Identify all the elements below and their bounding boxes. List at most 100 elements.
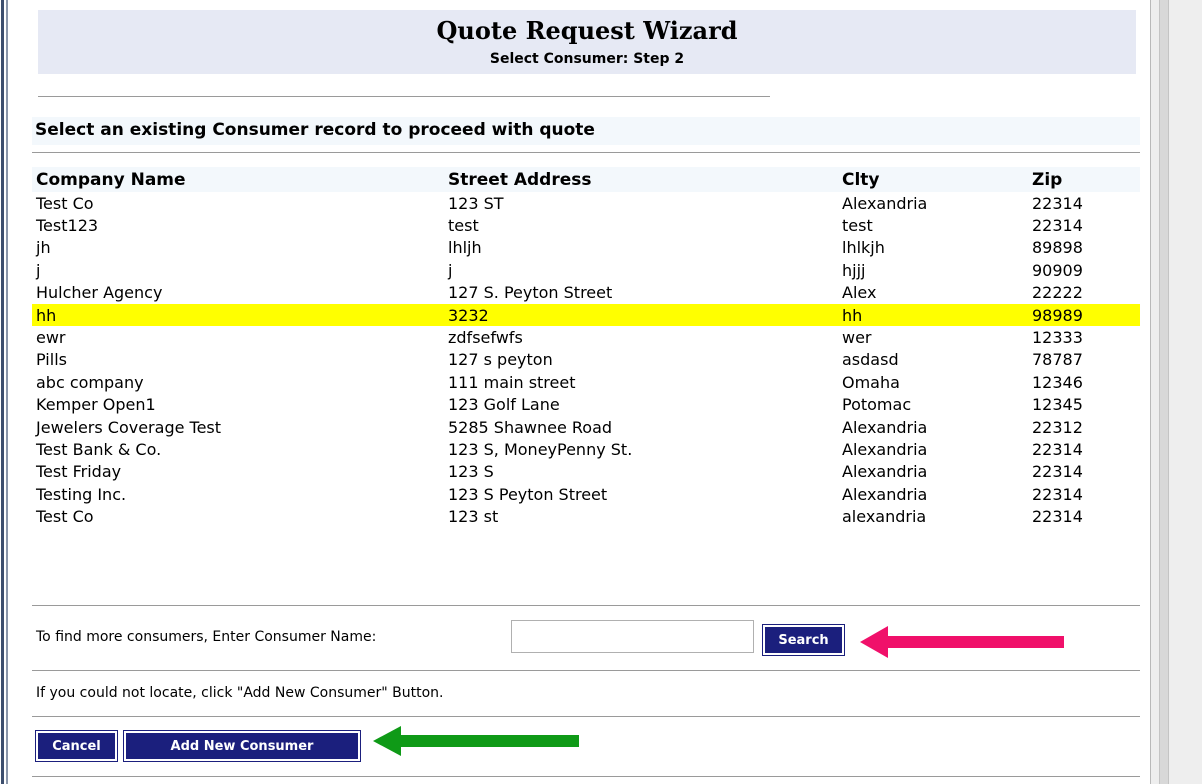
add-annotation-arrow [373, 726, 579, 756]
cell-company: Test Friday [36, 462, 122, 482]
cell-address: 123 st [448, 507, 499, 527]
cell-zip: 12345 [1032, 395, 1083, 415]
consumer-name-input[interactable] [511, 620, 754, 653]
cell-city: Alexandria [842, 484, 928, 504]
table-divider [32, 605, 1140, 606]
cell-zip: 22314 [1032, 462, 1083, 482]
table-row[interactable]: Hulcher Agency 127 S. Peyton Street Alex 22… [32, 282, 1140, 304]
cell-company: Test Co [36, 507, 94, 527]
cell-city: lhlkjh [842, 238, 885, 258]
arrow-shaft [399, 735, 579, 747]
cell-company: abc company [36, 372, 144, 392]
table-header-row: Company Name Street Address Clty Zip [32, 167, 1140, 192]
table-row[interactable]: Test Co 123 ST Alexandria 22314 [32, 192, 1140, 214]
table-row[interactable]: hh 3232 hh 98989 [32, 303, 1140, 327]
cell-address: 111 main street [448, 372, 576, 392]
cell-city: wer [842, 328, 872, 348]
column-header-company: Company Name [32, 167, 444, 192]
right-scroll-edge [1159, 0, 1169, 784]
table-row[interactable]: Test123 test test 22314 [32, 214, 1140, 236]
cell-city: alexandria [842, 507, 927, 527]
table-row[interactable]: Jewelers Coverage Test 5285 Shawnee Road A… [32, 416, 1140, 438]
wizard-subtitle: Select Consumer: Step 2 [489, 51, 685, 67]
cell-city: test [842, 216, 873, 236]
cell-city: asdasd [842, 350, 899, 370]
info-divider [32, 716, 1140, 717]
section-title: Select an existing Consumer record to pr… [32, 117, 1140, 145]
table-row[interactable]: Test Co 123 st alexandria 22314 [32, 505, 1140, 527]
cell-zip: 12333 [1032, 328, 1083, 348]
cell-zip: 22312 [1032, 417, 1083, 437]
column-header-address: Street Address [444, 167, 838, 192]
table-row[interactable]: abc company 111 main street Omaha 12346 [32, 371, 1140, 393]
cell-address: 127 s peyton [448, 350, 553, 370]
cell-company: Pills [36, 350, 67, 370]
cell-zip: 90909 [1032, 260, 1083, 280]
cell-zip: 12346 [1032, 372, 1083, 392]
cell-address: 127 S. Peyton Street [448, 283, 613, 303]
cell-company: Testing Inc. [36, 484, 127, 504]
cell-company: Kemper Open1 [36, 395, 156, 415]
table-row[interactable]: ewr zdfsefwfs wer 12333 [32, 326, 1140, 348]
cell-company: hh [32, 303, 444, 327]
add-new-consumer-button[interactable]: Add New Consumer [123, 730, 361, 762]
cell-zip: 78787 [1032, 350, 1083, 370]
cell-company: ewr [36, 328, 66, 348]
cell-city: hjjj [842, 260, 866, 280]
arrow-head [860, 626, 888, 658]
cell-company: jh [36, 238, 51, 258]
cell-zip: 22314 [1032, 507, 1083, 527]
cell-address: lhljh [448, 238, 482, 258]
cell-address: 123 S, MoneyPenny St. [448, 439, 633, 459]
table-row[interactable]: Testing Inc. 123 S Peyton Street Alexandri… [32, 483, 1140, 505]
cell-city: hh [838, 303, 1028, 327]
search-button[interactable]: Search [762, 624, 845, 656]
wizard-title: Quote Request Wizard [436, 16, 738, 45]
cell-zip: 22222 [1032, 283, 1083, 303]
cell-city: Alexandria [842, 417, 928, 437]
wizard-header: Quote Request Wizard Select Consumer: St… [38, 10, 1136, 74]
search-divider [32, 670, 1140, 671]
section-divider [32, 152, 1140, 153]
table-row[interactable]: Test Bank & Co. 123 S, MoneyPenny St. Alex… [32, 438, 1140, 460]
cell-address: 123 ST [448, 193, 504, 213]
cell-address: 3232 [444, 303, 838, 327]
cell-address: j [448, 260, 453, 280]
search-label: To find more consumers, Enter Consumer N… [36, 629, 377, 645]
cell-zip: 22314 [1032, 216, 1083, 236]
cell-address: 123 Golf Lane [448, 395, 560, 415]
cancel-button[interactable]: Cancel [35, 730, 118, 762]
cell-city: Alexandria [842, 439, 928, 459]
search-annotation-arrow [860, 626, 1064, 658]
cell-address: zdfsefwfs [448, 328, 523, 348]
cell-company: Test123 [36, 216, 99, 236]
bottom-divider [32, 776, 1140, 777]
cell-city: Omaha [842, 372, 900, 392]
arrow-head [373, 726, 401, 756]
consumer-table: Company Name Street Address Clty Zip Tes… [32, 167, 1140, 528]
table-row[interactable]: j j hjjj 90909 [32, 259, 1140, 281]
cell-zip: 22314 [1032, 439, 1083, 459]
cell-city: Alexandria [842, 462, 928, 482]
table-row[interactable]: Pills 127 s peyton asdasd 78787 [32, 349, 1140, 371]
table-row[interactable]: Kemper Open1 123 Golf Lane Potomac 12345 [32, 394, 1140, 416]
cell-city: Alexandria [842, 193, 928, 213]
column-header-city: Clty [838, 167, 1028, 192]
cell-company: Jewelers Coverage Test [36, 417, 222, 437]
cell-address: 5285 Shawnee Road [448, 417, 613, 437]
cell-city: Potomac [842, 395, 912, 415]
cell-zip: 22314 [1032, 484, 1083, 504]
window-right-frame [1150, 0, 1202, 784]
cell-zip: 98989 [1028, 303, 1140, 327]
cell-address: 123 S Peyton Street [448, 484, 608, 504]
cell-zip: 89898 [1032, 238, 1083, 258]
info-text: If you could not locate, click "Add New … [36, 685, 444, 701]
column-header-zip: Zip [1028, 167, 1140, 192]
cell-city: Alex [842, 283, 877, 303]
table-row[interactable]: jh lhljh lhlkjh 89898 [32, 237, 1140, 259]
cell-zip: 22314 [1032, 193, 1083, 213]
cell-company: Test Bank & Co. [36, 439, 162, 459]
window-left-border [0, 0, 12, 784]
table-row[interactable]: Test Friday 123 S Alexandria 22314 [32, 461, 1140, 483]
cell-address: test [448, 216, 479, 236]
